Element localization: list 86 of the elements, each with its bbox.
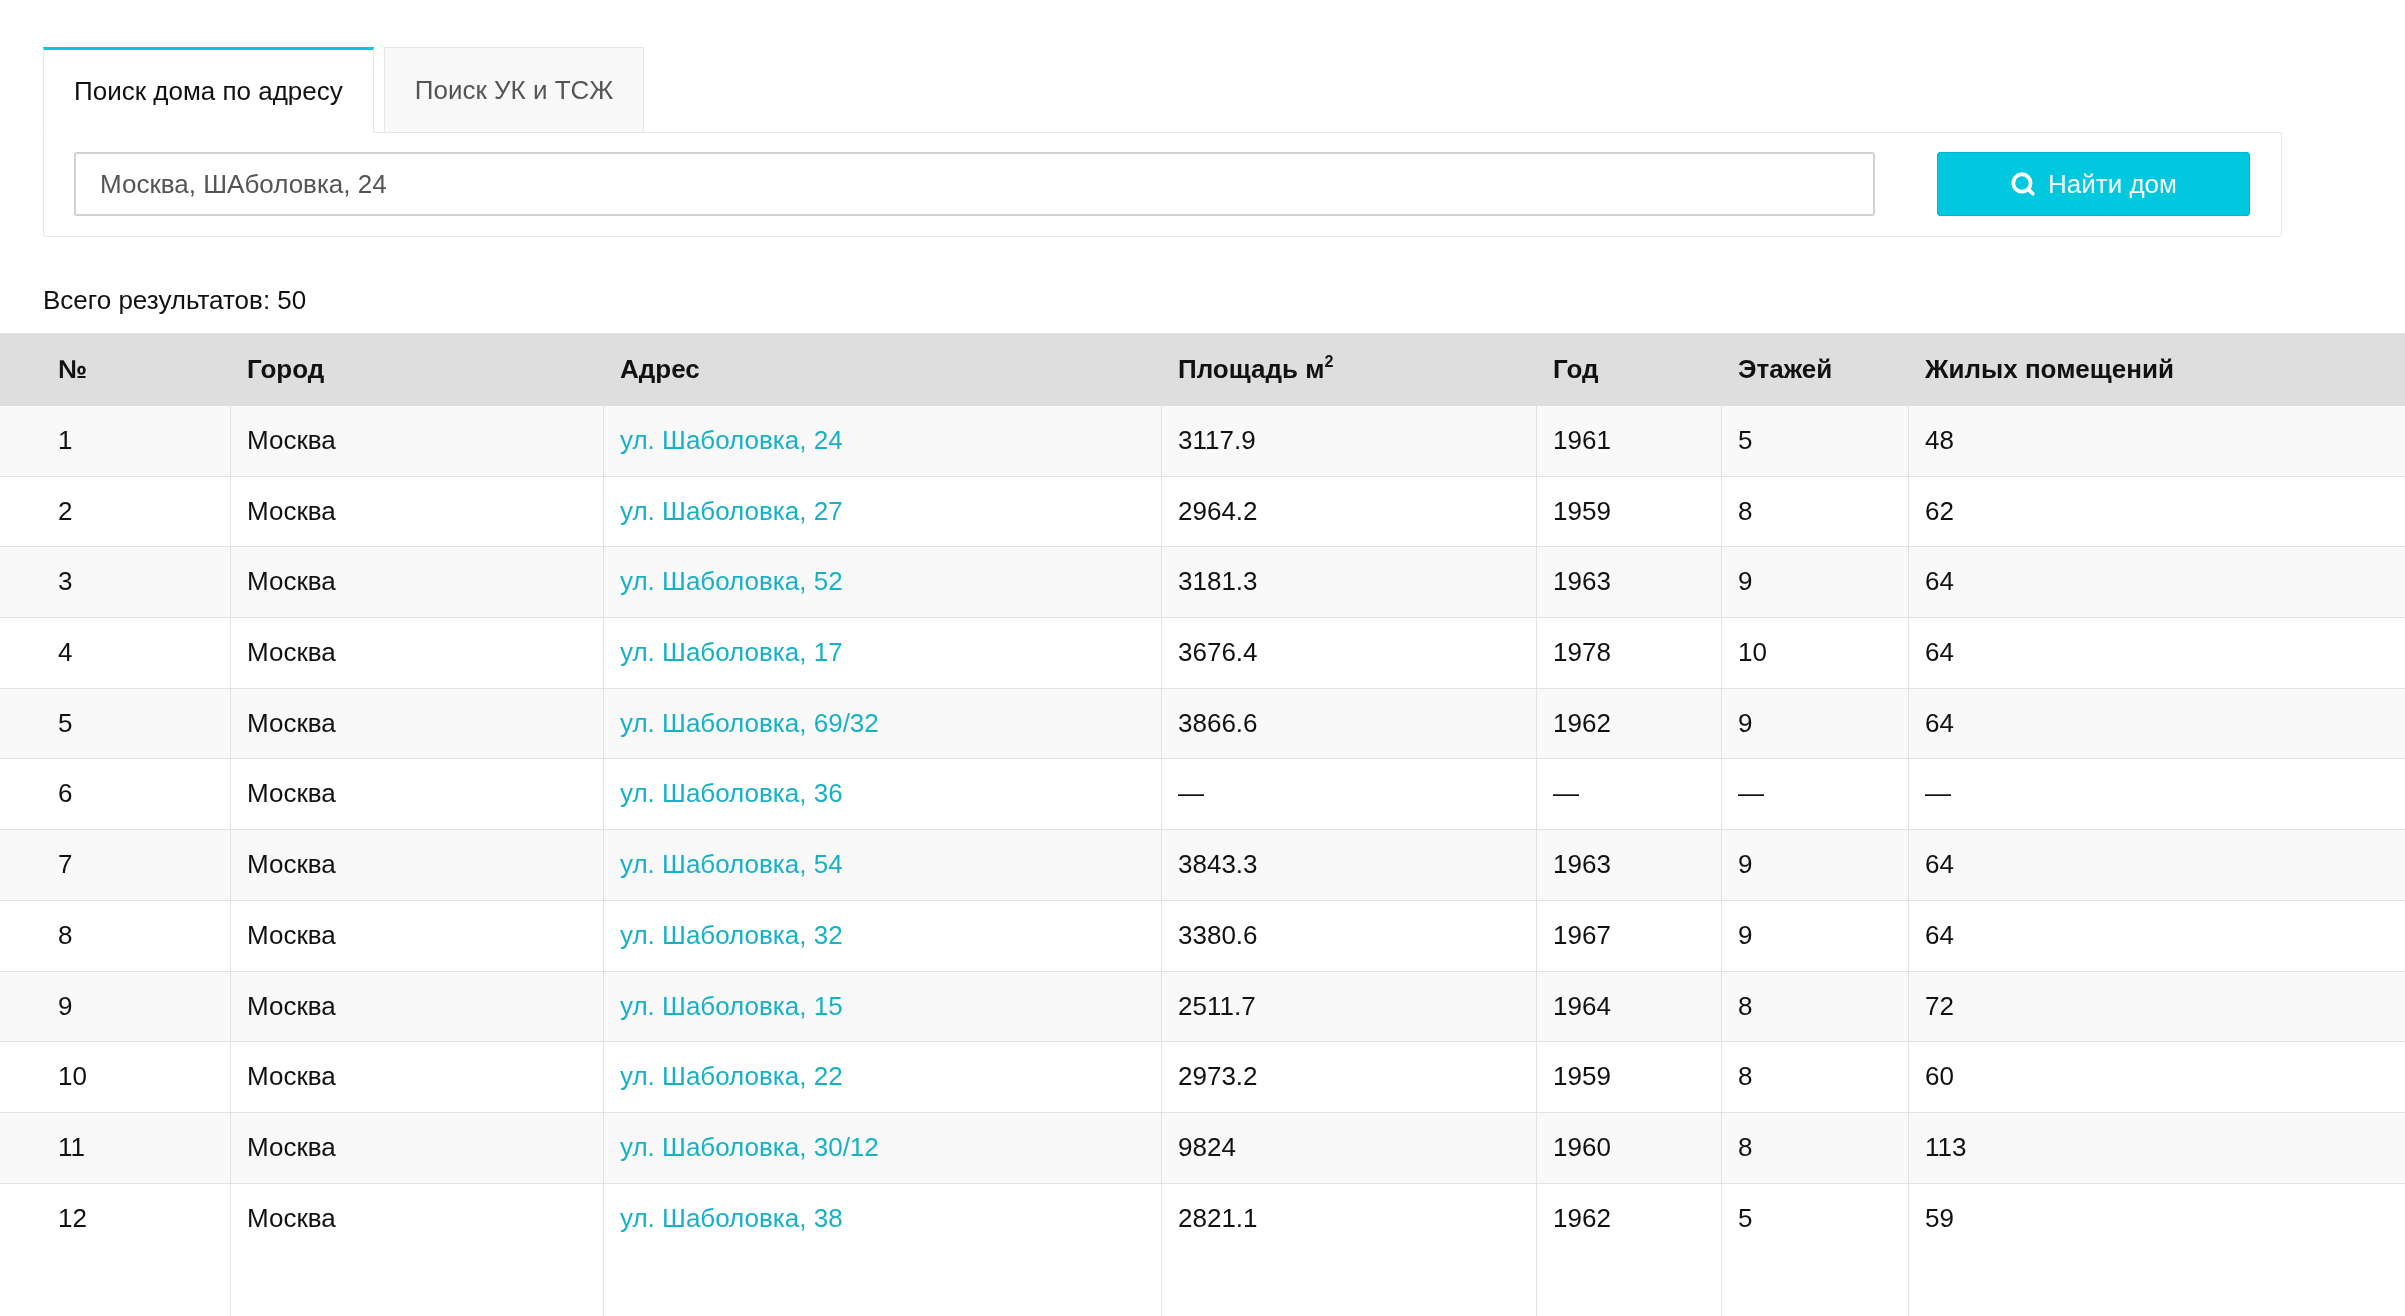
table-cell: Москва bbox=[230, 618, 603, 689]
table-cell: Москва bbox=[230, 1112, 603, 1184]
column-header: Площадь м$^{2}$ bbox=[1161, 333, 1536, 406]
table-cell: 3676.4 bbox=[1161, 618, 1536, 689]
address-link[interactable]: ул. Шаболовка, 52 bbox=[620, 566, 843, 597]
column-header: № bbox=[0, 333, 230, 406]
address-link[interactable]: ул. Шаболовка, 38 bbox=[620, 1202, 843, 1233]
tab[interactable]: Поиск УК и ТСЖ bbox=[383, 47, 645, 133]
address-link[interactable]: ул. Шаболовка, 32 bbox=[620, 919, 843, 950]
address-link[interactable]: ул. Шаболовка, 54 bbox=[620, 849, 843, 880]
table-cell: 9 bbox=[1721, 688, 1908, 760]
table-cell: Москва bbox=[230, 547, 603, 619]
table-cell: 9 bbox=[1721, 547, 1908, 619]
column-header: Этажей bbox=[1721, 333, 1908, 406]
table-cell: 8 bbox=[1721, 476, 1908, 548]
address-link[interactable]: ул. Шаболовка, 69/32 bbox=[620, 707, 879, 738]
address-link[interactable]: ул. Шаболовка, 36 bbox=[620, 778, 843, 809]
table-cell: 64 bbox=[1908, 618, 2405, 689]
table-cell: 1961 bbox=[1536, 406, 1721, 477]
address-link[interactable]: ул. Шаболовка, 17 bbox=[620, 637, 843, 668]
table-cell: — bbox=[1536, 759, 1721, 831]
table-cell: 8 bbox=[1721, 1112, 1908, 1184]
table-cell: — bbox=[1161, 759, 1536, 831]
table-cell: 9824 bbox=[1161, 1112, 1536, 1184]
table-cell: 1959 bbox=[1536, 1042, 1721, 1113]
column-header: Жилых помещений bbox=[1908, 333, 2405, 406]
table-cell: 2964.2 bbox=[1161, 476, 1536, 548]
table-cell: 1963 bbox=[1536, 547, 1721, 619]
table-cell: 11 bbox=[0, 1112, 230, 1184]
table-cell: 1962 bbox=[1536, 688, 1721, 760]
table-cell: Москва bbox=[230, 688, 603, 760]
address-link[interactable]: ул. Шаболовка, 27 bbox=[620, 495, 843, 526]
table-cell: 64 bbox=[1908, 688, 2405, 760]
find-button[interactable]: Найти дом bbox=[1937, 152, 2250, 216]
address-link[interactable]: ул. Шаболовка, 22 bbox=[620, 1061, 843, 1092]
column-header: Адрес bbox=[603, 333, 1161, 406]
table-cell: — bbox=[1721, 759, 1908, 831]
table-cell: 5 bbox=[1721, 406, 1908, 477]
table-cell: Москва bbox=[230, 830, 603, 901]
table-cell: 113 bbox=[1908, 1112, 2405, 1184]
table-cell: Москва bbox=[230, 1042, 603, 1113]
table-cell: 60 bbox=[1908, 1042, 2405, 1113]
table-cell: 3117.9 bbox=[1161, 406, 1536, 477]
table-cell: — bbox=[1908, 759, 2405, 831]
table-cell: 72 bbox=[1908, 971, 2405, 1043]
table-cell: 8 bbox=[1721, 1042, 1908, 1113]
table-cell: 10 bbox=[1721, 618, 1908, 689]
column-header: Город bbox=[230, 333, 603, 406]
table-cell: 3380.6 bbox=[1161, 900, 1536, 972]
table-cell: 8 bbox=[1721, 971, 1908, 1043]
input-field[interactable]: Москва, ШАболовка, 24 bbox=[74, 152, 1875, 216]
table-cell: 3 bbox=[0, 547, 230, 619]
address-link[interactable]: ул. Шаболовка, 30/12 bbox=[620, 1131, 879, 1162]
table-cell: 3843.3 bbox=[1161, 830, 1536, 901]
table-cell: 62 bbox=[1908, 476, 2405, 548]
table-cell: 2511.7 bbox=[1161, 971, 1536, 1043]
table-cell: Москва bbox=[230, 900, 603, 972]
table-cell: 48 bbox=[1908, 406, 2405, 477]
table-cell: 1963 bbox=[1536, 830, 1721, 901]
table-cell: 9 bbox=[1721, 900, 1908, 972]
table-cell: 1978 bbox=[1536, 618, 1721, 689]
table-cell: 1 bbox=[0, 406, 230, 477]
table-cell: 3181.3 bbox=[1161, 547, 1536, 619]
address-link[interactable]: ул. Шаболовка, 24 bbox=[620, 425, 843, 455]
table-cell: 1964 bbox=[1536, 971, 1721, 1043]
table-cell: 9 bbox=[0, 971, 230, 1043]
address-link[interactable]: ул. Шаболовка, 15 bbox=[620, 990, 843, 1021]
tab[interactable]: Поиск дома по адресу bbox=[43, 47, 374, 133]
table-cell: 64 bbox=[1908, 830, 2405, 901]
column-header: Год bbox=[1536, 333, 1721, 406]
table-cell: 9 bbox=[1721, 830, 1908, 901]
table-cell: 64 bbox=[1908, 900, 2405, 972]
table-cell: 1959 bbox=[1536, 476, 1721, 548]
search-icon bbox=[2010, 171, 2037, 197]
table-cell: 64 bbox=[1908, 547, 2405, 619]
table-cell: Москва bbox=[230, 406, 603, 477]
table-cell: 2973.2 bbox=[1161, 1042, 1536, 1113]
results-count: Всего результатов: 50 bbox=[43, 284, 307, 317]
table-cell: 5 bbox=[0, 688, 230, 760]
table-cell: 7 bbox=[0, 830, 230, 901]
table-cell: 1960 bbox=[1536, 1112, 1721, 1184]
table-cell: Москва bbox=[230, 971, 603, 1043]
table-cell: 3866.6 bbox=[1161, 688, 1536, 760]
table-cell: Москва bbox=[230, 759, 603, 831]
table-cell: Москва bbox=[230, 476, 603, 548]
table-cell: 1967 bbox=[1536, 900, 1721, 972]
